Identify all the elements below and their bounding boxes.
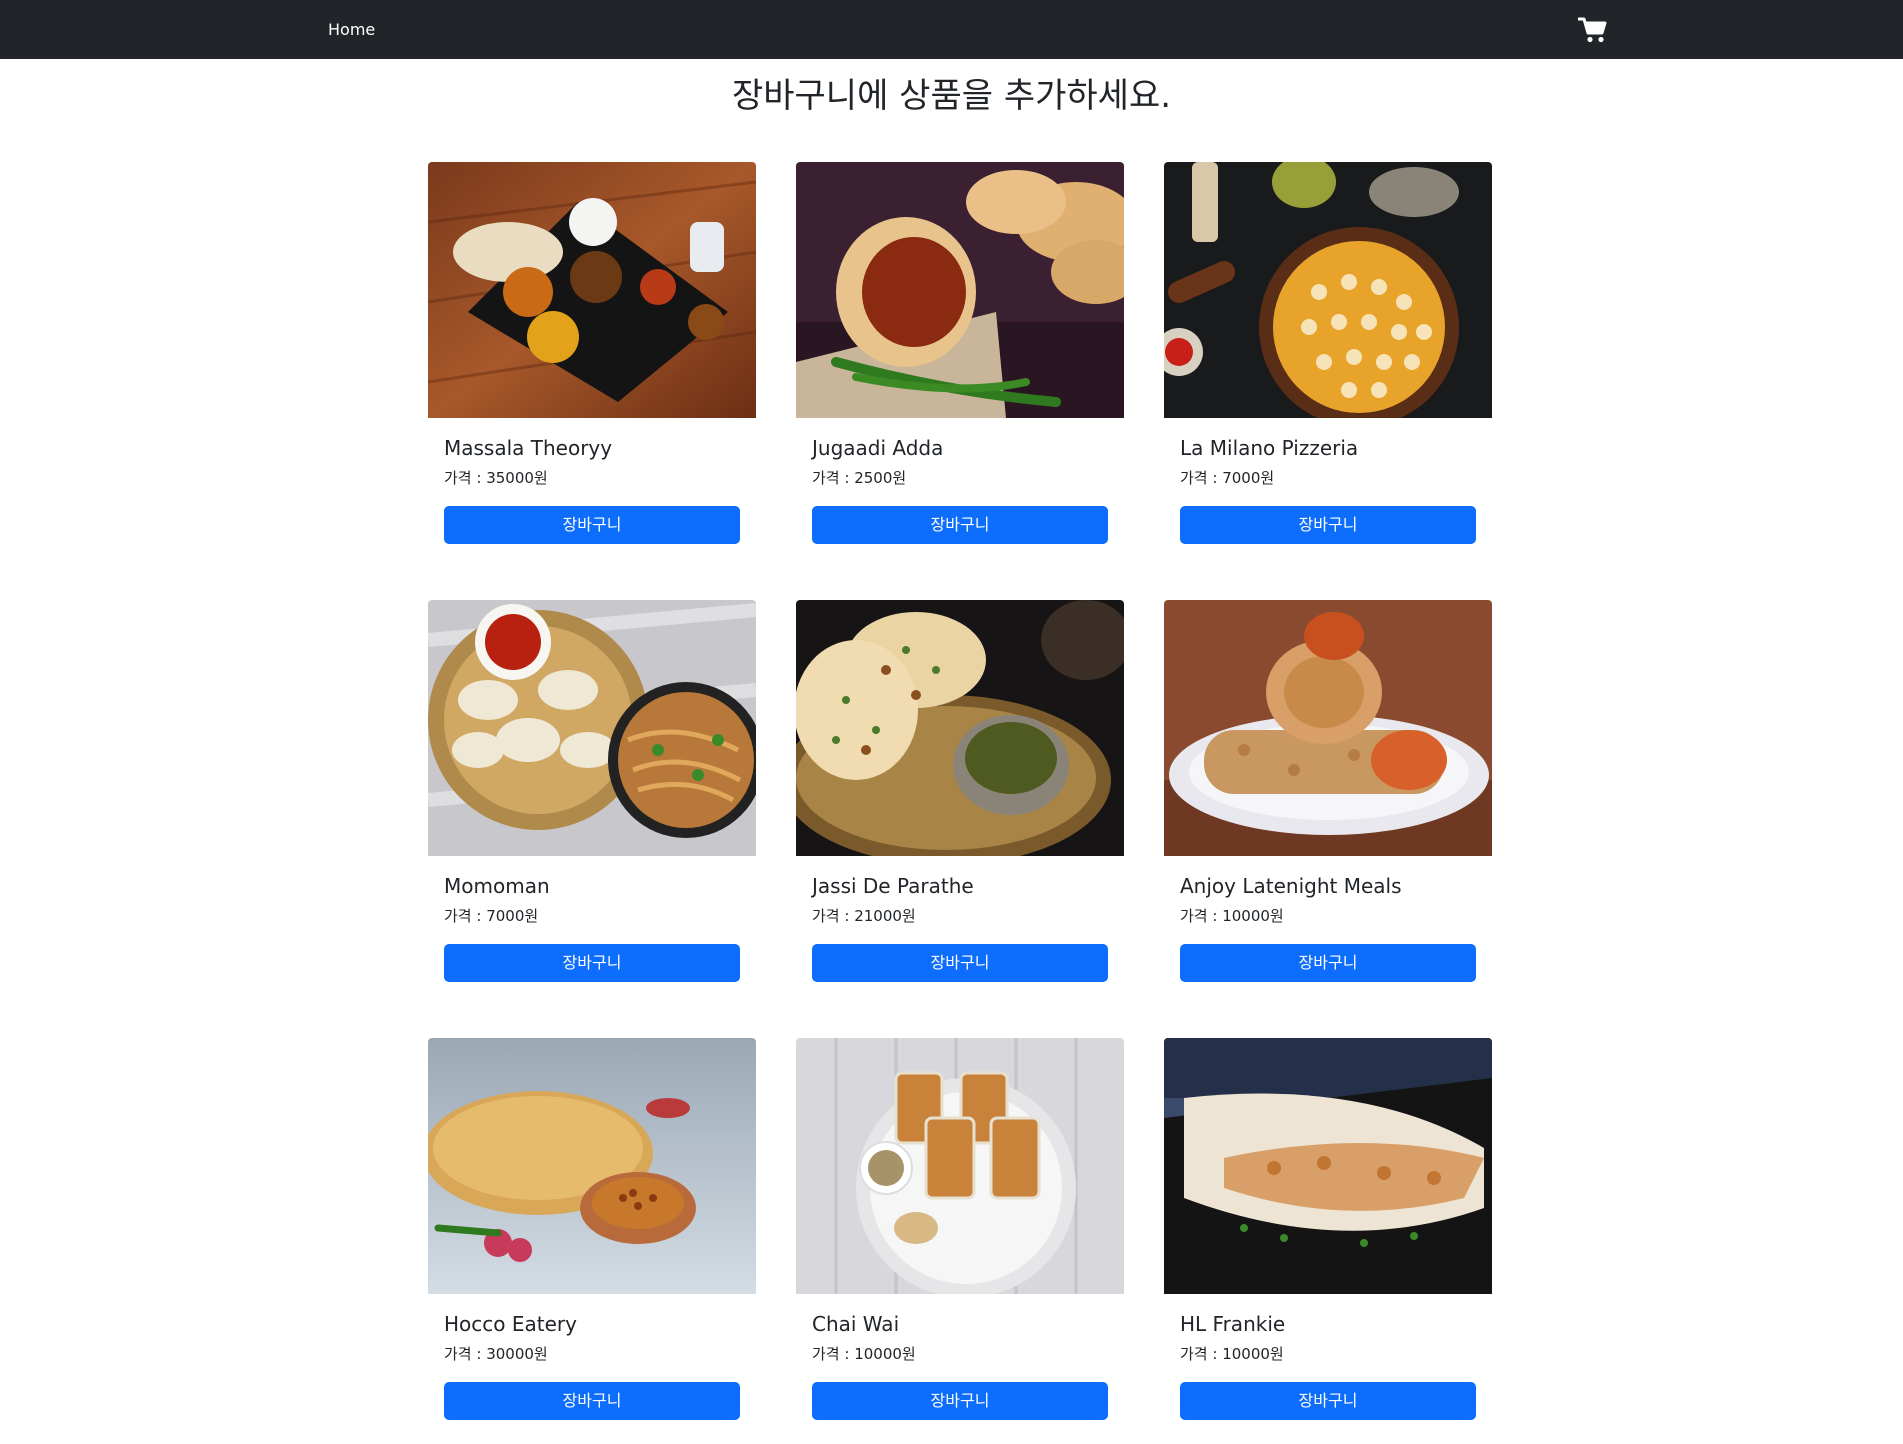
- add-to-cart-button[interactable]: 장바구니: [444, 506, 740, 544]
- product-card: La Milano Pizzeria 가격 : 7000원 장바구니: [1164, 162, 1492, 568]
- product-price: 가격 : 10000원: [1180, 1345, 1284, 1363]
- product-name: HL Frankie: [1180, 1312, 1286, 1336]
- product-image-wrap-rolls: [1164, 600, 1492, 856]
- product-card: Jassi De Parathe 가격 : 21000원 장바구니: [796, 600, 1124, 1006]
- product-image-thali-platter: [428, 162, 756, 418]
- add-to-cart-button[interactable]: 장바구니: [1180, 1382, 1476, 1420]
- product-name: Jugaadi Adda: [812, 436, 944, 460]
- product-image-vada-pav: [796, 162, 1124, 418]
- product-image-momos-noodles: [428, 600, 756, 856]
- product-card: Momoman 가격 : 7000원 장바구니: [428, 600, 756, 1006]
- product-name: Anjoy Latenight Meals: [1180, 874, 1402, 898]
- product-price: 가격 : 2500원: [812, 469, 907, 487]
- product-image-frankie-roll: [1164, 1038, 1492, 1294]
- product-card: HL Frankie 가격 : 10000원 장바구니: [1164, 1038, 1492, 1444]
- product-image-chai-glasses: [796, 1038, 1124, 1294]
- product-image-kulcha-chole: [428, 1038, 756, 1294]
- product-card: Jugaadi Adda 가격 : 2500원 장바구니: [796, 162, 1124, 568]
- product-image-pizza: [1164, 162, 1492, 418]
- product-card: Chai Wai 가격 : 10000원 장바구니: [796, 1038, 1124, 1444]
- product-name: Hocco Eatery: [444, 1312, 577, 1336]
- product-name: La Milano Pizzeria: [1180, 436, 1359, 460]
- product-grid: Massala Theoryy 가격 : 35000원 장바구니 Jugaadi…: [0, 0, 1903, 1436]
- product-price: 가격 : 30000원: [444, 1345, 548, 1363]
- add-to-cart-button[interactable]: 장바구니: [444, 944, 740, 982]
- product-card: Massala Theoryy 가격 : 35000원 장바구니: [428, 162, 756, 568]
- product-price: 가격 : 10000원: [1180, 907, 1284, 925]
- product-price: 가격 : 7000원: [444, 907, 539, 925]
- product-price: 가격 : 21000원: [812, 907, 916, 925]
- product-price: 가격 : 35000원: [444, 469, 548, 487]
- product-name: Chai Wai: [812, 1312, 900, 1336]
- product-price: 가격 : 7000원: [1180, 469, 1275, 487]
- add-to-cart-button[interactable]: 장바구니: [444, 1382, 740, 1420]
- add-to-cart-button[interactable]: 장바구니: [1180, 506, 1476, 544]
- product-image-paratha: [796, 600, 1124, 856]
- add-to-cart-button[interactable]: 장바구니: [812, 506, 1108, 544]
- product-card: Hocco Eatery 가격 : 30000원 장바구니: [428, 1038, 756, 1444]
- product-name: Jassi De Parathe: [812, 874, 974, 898]
- add-to-cart-button[interactable]: 장바구니: [812, 1382, 1108, 1420]
- add-to-cart-button[interactable]: 장바구니: [1180, 944, 1476, 982]
- add-to-cart-button[interactable]: 장바구니: [812, 944, 1108, 982]
- product-name: Momoman: [444, 874, 550, 898]
- product-price: 가격 : 10000원: [812, 1345, 916, 1363]
- product-name: Massala Theoryy: [444, 436, 613, 460]
- product-card: Anjoy Latenight Meals 가격 : 10000원 장바구니: [1164, 600, 1492, 1006]
